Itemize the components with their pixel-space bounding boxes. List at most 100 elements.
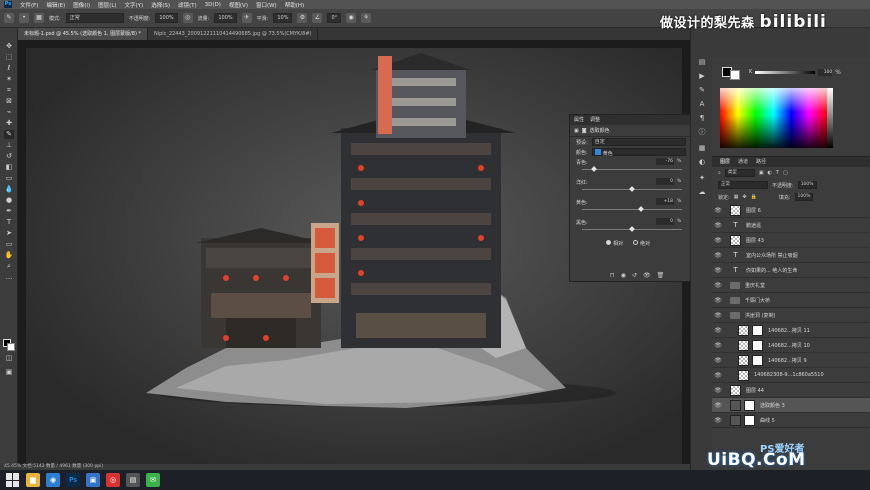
pressure-size-icon[interactable]: ◉ bbox=[346, 13, 357, 23]
more-tools-icon[interactable]: … bbox=[4, 273, 14, 282]
filter-type-icon[interactable]: T bbox=[776, 170, 779, 176]
angle-input[interactable]: 0° bbox=[327, 13, 342, 23]
radio-relative[interactable] bbox=[606, 239, 611, 245]
file-explorer-icon[interactable]: ▆ bbox=[26, 473, 40, 487]
layer-row[interactable]: 👁 140682...拷贝 10 bbox=[712, 338, 870, 353]
crop-tool-icon[interactable]: ⌗ bbox=[4, 86, 14, 95]
colors-select[interactable]: 黄色 bbox=[591, 148, 686, 157]
layer-row[interactable]: 👁 千厮门大桥 bbox=[712, 293, 870, 308]
layer-row[interactable]: 👁 T 室内公众场所 禁止吸烟 bbox=[712, 248, 870, 263]
layer-row[interactable]: 👁 T 你如果的... 绝人的生命 bbox=[712, 263, 870, 278]
brush-settings-icon[interactable]: ▦ bbox=[34, 13, 44, 23]
brush-tool-icon[interactable]: ✎ bbox=[4, 13, 14, 23]
folder-icon[interactable] bbox=[730, 296, 740, 304]
eyedropper-icon[interactable]: ⌁ bbox=[4, 108, 14, 117]
filter-shape-icon[interactable]: ▢ bbox=[783, 170, 788, 176]
relative-option[interactable]: 相对 bbox=[606, 239, 623, 247]
wechat-icon[interactable]: ✉ bbox=[146, 473, 160, 487]
menu-type[interactable]: 文字(Y) bbox=[125, 1, 144, 9]
visibility-eye-icon[interactable]: 👁 bbox=[712, 402, 724, 409]
brush-tool-icon[interactable]: ✎ bbox=[4, 130, 14, 139]
layer-mask-thumb[interactable] bbox=[752, 339, 763, 351]
visibility-eye-icon[interactable]: 👁 bbox=[712, 282, 724, 289]
lasso-tool-icon[interactable]: ℓ bbox=[4, 64, 14, 73]
gradient-tool-icon[interactable]: ▭ bbox=[4, 174, 14, 183]
frame-tool-icon[interactable]: ⊠ bbox=[4, 97, 14, 106]
layer-mask-thumb[interactable] bbox=[744, 414, 755, 426]
clip-to-layer-icon[interactable]: ⊓ bbox=[610, 272, 615, 279]
marquee-tool-icon[interactable]: ⬚ bbox=[4, 53, 14, 62]
filter-adjust-icon[interactable]: ◐ bbox=[768, 170, 772, 176]
dodge-tool-icon[interactable]: ● bbox=[4, 196, 14, 205]
layer-row[interactable]: 👁 140682...拷贝 9 bbox=[712, 353, 870, 368]
menu-file[interactable]: 文件(F) bbox=[20, 1, 38, 9]
slider-value-input[interactable]: -76 bbox=[656, 158, 674, 165]
layer-mask-thumb[interactable] bbox=[752, 354, 763, 366]
app-gray-icon[interactable]: ▤ bbox=[126, 473, 140, 487]
airbrush-icon[interactable]: ✈ bbox=[241, 13, 252, 23]
pressure-opacity-icon[interactable]: ◎ bbox=[182, 13, 193, 23]
layer-row[interactable]: 👁 洪崖洞 (复制) bbox=[712, 308, 870, 323]
visibility-eye-icon[interactable]: 👁 bbox=[712, 372, 724, 379]
healing-brush-icon[interactable]: ✚ bbox=[4, 119, 14, 128]
visibility-eye-icon[interactable]: 👁 bbox=[712, 357, 724, 364]
menu-help[interactable]: 帮助(H) bbox=[285, 1, 304, 9]
layer-row[interactable]: 👁 图层 44 bbox=[712, 383, 870, 398]
folder-icon[interactable] bbox=[730, 311, 740, 319]
menu-3d[interactable]: 3D(D) bbox=[205, 2, 221, 8]
gray-ramp[interactable] bbox=[827, 88, 833, 148]
menu-select[interactable]: 选择(S) bbox=[151, 1, 170, 9]
actions-icon[interactable]: ▶ bbox=[697, 72, 707, 81]
lock-all-icon[interactable]: 🔒 bbox=[751, 194, 757, 200]
panel-background-swatch[interactable] bbox=[730, 70, 740, 80]
folder-icon[interactable] bbox=[730, 281, 740, 289]
screen-mode-icon[interactable]: ▣ bbox=[4, 368, 14, 377]
visibility-eye-icon[interactable]: 👁 bbox=[712, 342, 724, 349]
paragraph-icon[interactable]: ¶ bbox=[697, 114, 707, 123]
history-brush-icon[interactable]: ↺ bbox=[4, 152, 14, 161]
mask-icon[interactable]: ◙ bbox=[582, 128, 587, 134]
layer-row[interactable]: 👁 重庆礼堂 bbox=[712, 278, 870, 293]
absolute-option[interactable]: 绝对 bbox=[633, 239, 650, 247]
character-icon[interactable]: A bbox=[697, 100, 707, 109]
background-color-swatch[interactable] bbox=[7, 343, 15, 351]
visibility-eye-icon[interactable]: 👁 bbox=[712, 237, 724, 244]
layer-row[interactable]: 👁 图层 43 bbox=[712, 233, 870, 248]
visibility-eye-icon[interactable]: 👁 bbox=[712, 297, 724, 304]
blur-tool-icon[interactable]: 💧 bbox=[4, 185, 14, 194]
delete-icon[interactable]: 🗑 bbox=[657, 272, 665, 279]
visibility-eye-icon[interactable]: 👁 bbox=[712, 387, 724, 394]
symmetry-icon[interactable]: ⚘ bbox=[361, 13, 372, 23]
styles-icon[interactable]: ✦ bbox=[697, 174, 707, 183]
menu-filter[interactable]: 滤镜(T) bbox=[178, 1, 197, 9]
layer-row[interactable]: 👁 选取颜色 3 bbox=[712, 398, 870, 413]
properties-icon[interactable]: ▦ bbox=[697, 144, 707, 153]
tab-layers[interactable]: 图层 bbox=[720, 157, 730, 167]
menu-window[interactable]: 窗口(W) bbox=[256, 1, 277, 9]
pen-tool-icon[interactable]: ✒ bbox=[4, 207, 14, 216]
libraries-icon[interactable]: ☁ bbox=[697, 188, 707, 197]
visibility-eye-icon[interactable]: 👁 bbox=[712, 267, 724, 274]
magic-wand-icon[interactable]: ✶ bbox=[4, 75, 14, 84]
tab-adjustments[interactable]: 调整 bbox=[590, 115, 600, 125]
menu-image[interactable]: 图像(I) bbox=[73, 1, 90, 9]
layer-kind-select[interactable]: 类型 bbox=[724, 169, 755, 177]
clone-stamp-icon[interactable]: ⊥ bbox=[4, 141, 14, 150]
tab-document-2[interactable]: Nipic_22443_20091221110414490685.jpg @ 7… bbox=[148, 28, 319, 40]
type-tool-icon[interactable]: T bbox=[4, 218, 14, 227]
info-icon[interactable]: ⓘ bbox=[697, 128, 707, 137]
layer-opacity-input[interactable]: 100% bbox=[797, 181, 817, 189]
layer-row[interactable]: 👁 140682308-9...1c860a5510 bbox=[712, 368, 870, 383]
slider-track[interactable] bbox=[582, 209, 682, 210]
mode-select[interactable]: 正常 bbox=[65, 13, 124, 23]
visibility-eye-icon[interactable]: 👁 bbox=[712, 207, 724, 214]
menu-edit[interactable]: 编辑(E) bbox=[46, 1, 65, 9]
radio-absolute[interactable] bbox=[633, 239, 639, 245]
k-value[interactable]: 100 bbox=[818, 68, 833, 76]
windows-start-icon[interactable] bbox=[6, 473, 20, 487]
brush-preset-icon[interactable]: • bbox=[19, 13, 29, 23]
layer-row[interactable]: 👁 图层 6 bbox=[712, 203, 870, 218]
path-select-icon[interactable]: ➤ bbox=[4, 229, 14, 238]
reset-icon[interactable]: ↺ bbox=[632, 272, 637, 279]
visibility-eye-icon[interactable]: 👁 bbox=[712, 252, 724, 259]
